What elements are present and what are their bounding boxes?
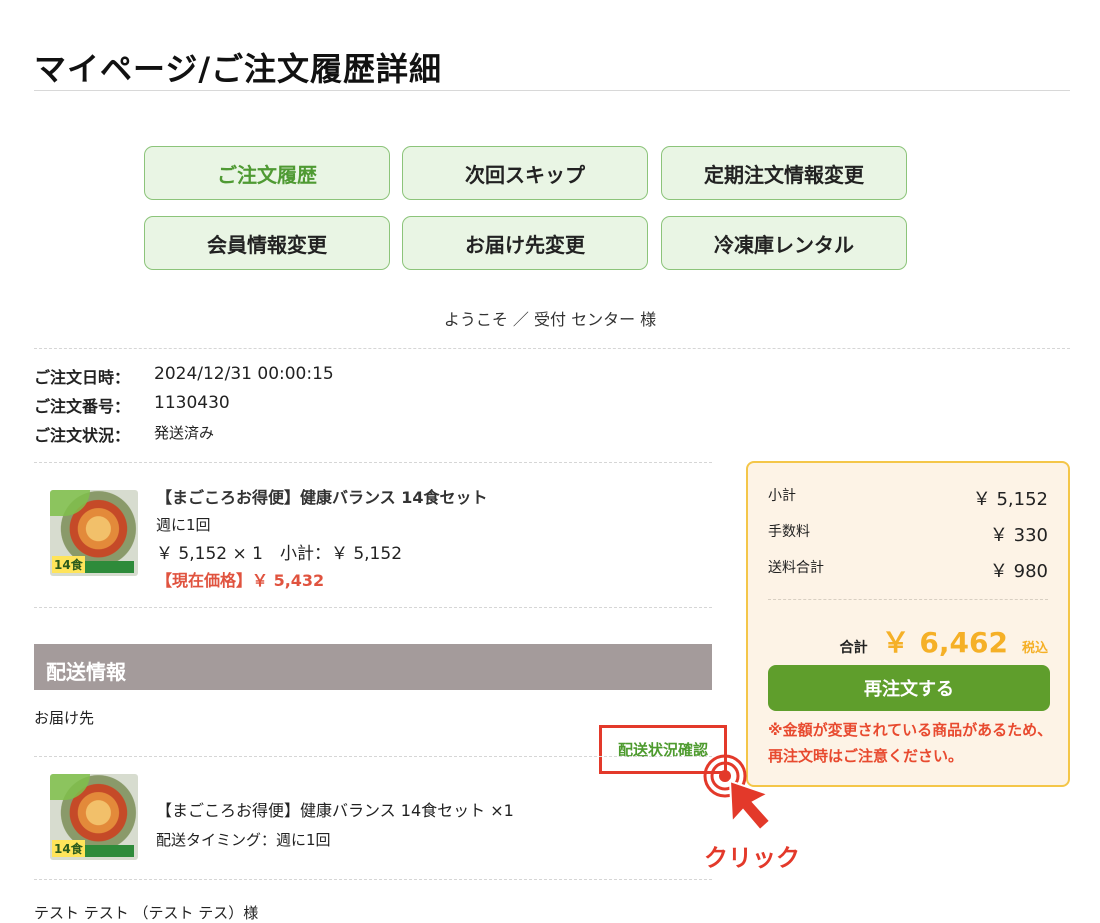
- order-date-row: ご注文日時： 2024/12/31 00:00:15: [34, 364, 334, 388]
- price-change-warning: ※金額が変更されている商品があるため、再注文時はご注意ください。: [768, 721, 1053, 765]
- total-row: 合計 ￥ 6,462 税込: [840, 621, 1048, 661]
- title-divider: [34, 90, 1070, 91]
- product-thumbnail-badge: 14食: [52, 556, 85, 573]
- shipping-item-details: 【まごころお得便】健康バランス 14食セット ×1 配送タイミング：週に1回: [156, 797, 514, 850]
- nav-delivery-address-button[interactable]: お届け先変更: [402, 216, 648, 270]
- shipping-timing: 配送タイミング：週に1回: [156, 831, 331, 849]
- total-value: ￥ 6,462: [881, 626, 1008, 659]
- nav-member-info-button[interactable]: 会員情報変更: [144, 216, 390, 270]
- nav-order-history-button[interactable]: ご注文履歴: [144, 146, 390, 200]
- click-annotation-label: クリック: [704, 844, 800, 872]
- shipping-fee-row: 送料合計 ￥ 980: [768, 557, 1048, 583]
- shipping-info-header: 配送情報: [34, 644, 712, 690]
- destination-label: お届け先: [34, 709, 95, 727]
- product-thumbnail: 14食: [50, 774, 138, 860]
- shipping-fee-value: ￥ 980: [989, 561, 1048, 582]
- welcome-message: ようこそ ／ 受付 センター 様: [443, 310, 657, 329]
- total-label: 合計: [839, 640, 868, 656]
- tax-included-label: 税込: [1021, 641, 1048, 656]
- product-frequency: 週に1回: [156, 516, 211, 534]
- divider: [34, 756, 712, 757]
- shipping-fee-label: 送料合計: [768, 560, 824, 576]
- click-cursor-icon: [703, 754, 772, 832]
- subtotal-value: ￥ 5,152: [972, 489, 1048, 510]
- subtotal-row: 小計 ￥ 5,152: [768, 485, 1048, 511]
- order-summary-panel: 小計 ￥ 5,152 手数料 ￥ 330 送料合計 ￥ 980 合計 ￥ 6,4…: [746, 461, 1070, 787]
- product-details: 【まごころお得便】健康バランス 14食セット 週に1回 ￥ 5,152 × 1 …: [156, 484, 488, 591]
- order-date-value: 2024/12/31 00:00:15: [154, 364, 334, 384]
- product-thumbnail: 14食: [50, 490, 138, 576]
- divider: [34, 348, 1070, 349]
- divider: [34, 607, 712, 608]
- nav-freezer-rental-button[interactable]: 冷凍庫レンタル: [661, 216, 907, 270]
- order-number-row: ご注文番号： 1130430: [34, 393, 230, 417]
- order-number-value: 1130430: [154, 393, 230, 413]
- order-status-label: ご注文状況：: [34, 426, 131, 445]
- fee-row: 手数料 ￥ 330: [768, 521, 1048, 547]
- nav-subscription-change-button[interactable]: 定期注文情報変更: [661, 146, 907, 200]
- product-price-line: ￥ 5,152 × 1 小計：￥ 5,152: [156, 544, 403, 564]
- divider: [34, 462, 712, 463]
- order-status-row: ご注文状況： 発送済み: [34, 422, 214, 446]
- fee-label: 手数料: [768, 524, 810, 540]
- order-number-label: ご注文番号：: [34, 397, 131, 416]
- subtotal-label: 小計: [768, 488, 796, 504]
- product-name: 【まごころお得便】健康バランス 14食セット: [156, 488, 488, 507]
- shipping-item-line: 【まごころお得便】健康バランス 14食セット ×1: [156, 801, 514, 820]
- page-title: マイページ/ご注文履歴詳細: [34, 50, 443, 88]
- reorder-button[interactable]: 再注文する: [768, 665, 1050, 711]
- divider: [34, 879, 712, 880]
- order-date-label: ご注文日時：: [34, 368, 131, 387]
- divider: [768, 599, 1048, 600]
- order-status-value: 発送済み: [154, 424, 215, 442]
- nav-skip-next-button[interactable]: 次回スキップ: [402, 146, 648, 200]
- fee-value: ￥ 330: [989, 525, 1048, 546]
- product-thumbnail-badge: 14食: [52, 840, 85, 857]
- product-current-price: 【現在価格】￥ 5,432: [156, 571, 325, 590]
